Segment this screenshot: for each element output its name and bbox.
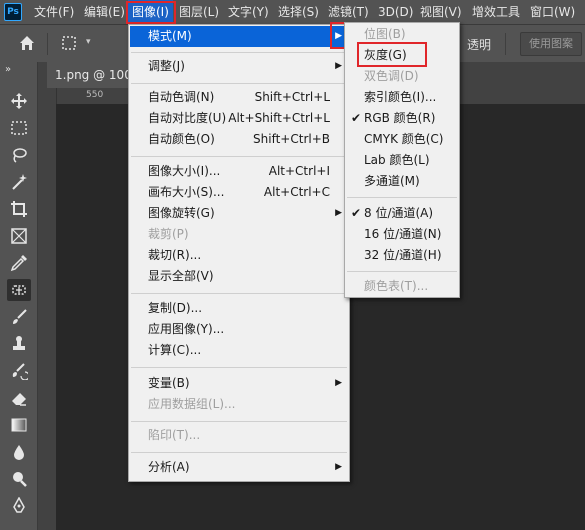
tools-panel: » [0, 62, 38, 530]
marquee-icon[interactable] [60, 34, 78, 55]
image-menu-item-adjustments[interactable]: 调整(J) ▶ [130, 56, 348, 77]
mode-item-indexed-color[interactable]: 索引颜色(I)... [346, 87, 458, 108]
healing-brush-tool-icon[interactable] [7, 279, 31, 301]
collapse-chevron-icon[interactable]: » [5, 64, 11, 75]
menu-edit[interactable]: 编辑(E) [84, 0, 125, 24]
menu-select[interactable]: 选择(S) [278, 0, 319, 24]
mode-item-8-bit[interactable]: ✔ 8 位/通道(A) [346, 203, 458, 224]
ruler-mark: 550 [86, 90, 104, 100]
menu-plugins[interactable]: 增效工具 [472, 0, 520, 24]
submenu-arrow-icon: ▶ [335, 31, 342, 41]
image-menu-item-trim[interactable]: 裁切(R)... [130, 245, 348, 266]
menu-3d[interactable]: 3D(D) [378, 0, 413, 24]
image-menu-item-crop: 裁剪(P) [148, 227, 189, 241]
lasso-tool-icon[interactable] [7, 144, 31, 166]
gradient-tool-icon[interactable] [7, 414, 31, 436]
mode-submenu: 位图(B) 灰度(G) 双色调(D) 索引颜色(I)... ✔ RGB 颜色(R)… [344, 22, 460, 298]
mode-item-bitmap: 位图(B) [364, 27, 406, 41]
menu-filter[interactable]: 滤镜(T) [328, 0, 369, 24]
home-icon[interactable] [18, 34, 36, 55]
use-pattern-button[interactable]: 使用图案 [520, 32, 582, 56]
blur-tool-icon[interactable] [7, 441, 31, 463]
mode-item-color-table: 颜色表(T)... [364, 279, 429, 293]
menu-file[interactable]: 文件(F) [34, 0, 74, 24]
mode-item-16-bit[interactable]: 16 位/通道(N) [346, 224, 458, 245]
menu-type[interactable]: 文字(Y) [228, 0, 269, 24]
menu-image[interactable]: 图像(I) [128, 0, 173, 24]
menu-view[interactable]: 视图(V) [420, 0, 462, 24]
history-brush-tool-icon[interactable] [7, 360, 31, 382]
image-menu-item-mode[interactable]: 模式(M) ▶ [130, 26, 348, 47]
image-menu-item-apply-image[interactable]: 应用图像(Y)... [130, 319, 348, 340]
image-menu-item-calculations[interactable]: 计算(C)... [130, 340, 348, 361]
magic-wand-tool-icon[interactable] [7, 171, 31, 193]
image-menu-item-canvas-size[interactable]: 画布大小(S)... Alt+Ctrl+C [130, 182, 348, 203]
pen-tool-icon[interactable] [7, 495, 31, 517]
mode-item-32-bit[interactable]: 32 位/通道(H) [346, 245, 458, 266]
image-menu-item-auto-contrast[interactable]: 自动对比度(U) Alt+Shift+Ctrl+L [130, 108, 348, 129]
submenu-arrow-icon: ▶ [335, 61, 342, 71]
menu-bar: Ps 文件(F) 编辑(E) 图像(I) 图层(L) 文字(Y) 选择(S) 滤… [0, 0, 585, 24]
rect-marquee-tool-icon[interactable] [7, 117, 31, 139]
mode-item-multichannel[interactable]: 多通道(M) [346, 171, 458, 192]
checkmark-icon: ✔ [351, 111, 362, 125]
clone-stamp-tool-icon[interactable] [7, 333, 31, 355]
dodge-tool-icon[interactable] [7, 468, 31, 490]
submenu-arrow-icon: ▶ [335, 378, 342, 388]
image-menu-dropdown: 模式(M) ▶ 调整(J) ▶ 自动色调(N) Shift+Ctrl+L 自动对比度(… [128, 24, 350, 482]
chevron-down-icon[interactable]: ▾ [86, 37, 91, 47]
checkmark-icon: ✔ [351, 206, 362, 220]
image-menu-item-trap: 陷印(T)... [148, 428, 201, 442]
document-tab[interactable]: 1.png @ 100% [47, 62, 137, 88]
menu-layer[interactable]: 图层(L) [179, 0, 219, 24]
mode-item-rgb-color[interactable]: ✔ RGB 颜色(R) [346, 108, 458, 129]
transparent-option[interactable]: 透明 [467, 36, 491, 53]
image-menu-item-reveal-all[interactable]: 显示全部(V) [130, 266, 348, 287]
mode-item-cmyk-color[interactable]: CMYK 颜色(C) [346, 129, 458, 150]
image-menu-item-auto-color[interactable]: 自动颜色(O) Shift+Ctrl+B [130, 129, 348, 150]
image-menu-item-image-rotation[interactable]: 图像旋转(G) ▶ [130, 203, 348, 224]
frame-tool-icon[interactable] [7, 225, 31, 247]
image-menu-item-duplicate[interactable]: 复制(D)... [130, 298, 348, 319]
mode-item-lab-color[interactable]: Lab 颜色(L) [346, 150, 458, 171]
menu-window[interactable]: 窗口(W) [530, 0, 575, 24]
vertical-ruler [38, 88, 57, 530]
photoshop-logo-icon: Ps [4, 3, 22, 21]
eyedropper-tool-icon[interactable] [7, 252, 31, 274]
brush-tool-icon[interactable] [7, 306, 31, 328]
eraser-tool-icon[interactable] [7, 387, 31, 409]
image-menu-item-auto-tone[interactable]: 自动色调(N) Shift+Ctrl+L [130, 87, 348, 108]
image-menu-item-apply-data-set: 应用数据组(L)... [148, 397, 236, 411]
image-menu-item-variables[interactable]: 变量(B) ▶ [130, 373, 348, 394]
move-tool-icon[interactable] [7, 90, 31, 112]
mode-item-duotone: 双色调(D) [364, 69, 419, 83]
submenu-arrow-icon: ▶ [335, 208, 342, 218]
submenu-arrow-icon: ▶ [335, 462, 342, 472]
image-menu-item-analysis[interactable]: 分析(A) ▶ [130, 457, 348, 478]
mode-item-grayscale[interactable]: 灰度(G) [346, 45, 458, 66]
image-menu-item-image-size[interactable]: 图像大小(I)... Alt+Ctrl+I [130, 161, 348, 182]
crop-tool-icon[interactable] [7, 198, 31, 220]
